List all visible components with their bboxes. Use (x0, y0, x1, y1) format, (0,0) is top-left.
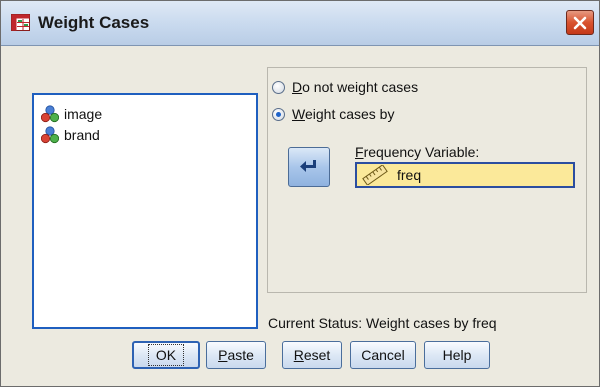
variable-name: image (64, 106, 103, 122)
weight-cases-dialog: Weight Cases image brand Do not weight c… (0, 0, 600, 387)
nominal-variable-icon (41, 126, 59, 144)
radio-label: Do not weight cases (292, 79, 419, 95)
list-item-image[interactable]: image (41, 104, 102, 124)
close-icon (573, 16, 587, 29)
spss-table-icon (11, 14, 30, 31)
frequency-variable-label: Frequency Variable: (355, 144, 480, 160)
variable-list[interactable]: image brand (32, 93, 258, 329)
frequency-variable-field[interactable]: freq (355, 162, 575, 188)
dialog-title: Weight Cases (38, 13, 150, 32)
scale-variable-icon (362, 165, 388, 185)
radio-label: Weight cases by (292, 106, 395, 122)
title-bar[interactable]: Weight Cases (1, 1, 599, 46)
variable-name: brand (64, 127, 100, 143)
list-item-brand[interactable]: brand (41, 125, 100, 145)
frequency-variable-value: freq (397, 167, 422, 183)
dialog-body: image brand Do not weight cases Weight c… (10, 61, 590, 379)
reset-button[interactable]: Reset (282, 341, 342, 369)
radio-do-not-weight[interactable]: Do not weight cases (272, 79, 418, 95)
arrow-left-icon (300, 160, 316, 172)
close-button[interactable] (566, 10, 594, 35)
paste-button[interactable]: Paste (206, 341, 266, 369)
ok-button[interactable]: OK (132, 341, 200, 369)
cancel-button[interactable]: Cancel (350, 341, 416, 369)
radio-button-checked[interactable] (272, 107, 285, 121)
nominal-variable-icon (41, 105, 59, 123)
move-variable-button[interactable] (288, 147, 330, 187)
radio-weight-cases-by[interactable]: Weight cases by (272, 106, 394, 122)
current-status-text: Current Status: Weight cases by freq (268, 315, 497, 331)
help-button[interactable]: Help (424, 341, 490, 369)
radio-button-unchecked[interactable] (272, 80, 285, 94)
